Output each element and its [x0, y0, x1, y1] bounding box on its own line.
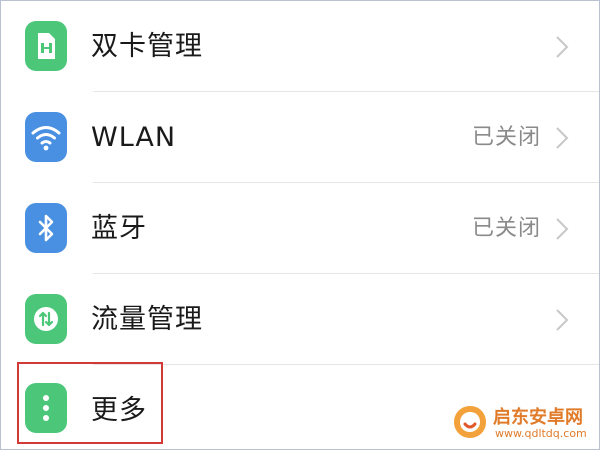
settings-item-data-usage[interactable]: 流量管理 [1, 274, 599, 365]
data-usage-icon [25, 294, 67, 344]
settings-item-bluetooth[interactable]: 蓝牙 已关闭 [1, 183, 599, 274]
chevron-right-icon [555, 35, 569, 59]
sim-card-icon [25, 21, 67, 71]
watermark-url: www.qdltdq.com [495, 427, 587, 440]
bluetooth-icon [25, 203, 67, 253]
settings-item-status: 已关闭 [471, 216, 541, 241]
settings-item-wlan[interactable]: WLAN 已关闭 [1, 92, 599, 183]
chevron-right-icon [555, 217, 569, 241]
settings-screen: 双卡管理 WLAN 已关闭 蓝牙 已关闭 流量管理 更多 启东安卓网 www.q… [0, 0, 600, 450]
settings-item-label: 双卡管理 [91, 31, 203, 62]
chevron-right-icon [555, 126, 569, 150]
wifi-icon [25, 112, 67, 162]
settings-item-label: 流量管理 [91, 304, 203, 335]
chevron-right-icon [555, 308, 569, 332]
watermark-logo-icon [451, 403, 489, 441]
settings-item-status: 已关闭 [471, 125, 541, 150]
highlight-box [17, 362, 163, 444]
watermark: 启东安卓网 www.qdltdq.com [451, 399, 591, 445]
settings-item-dual-sim[interactable]: 双卡管理 [1, 1, 599, 92]
settings-item-label: WLAN [91, 122, 177, 153]
watermark-title: 启东安卓网 [493, 407, 583, 428]
settings-item-label: 蓝牙 [91, 213, 147, 244]
